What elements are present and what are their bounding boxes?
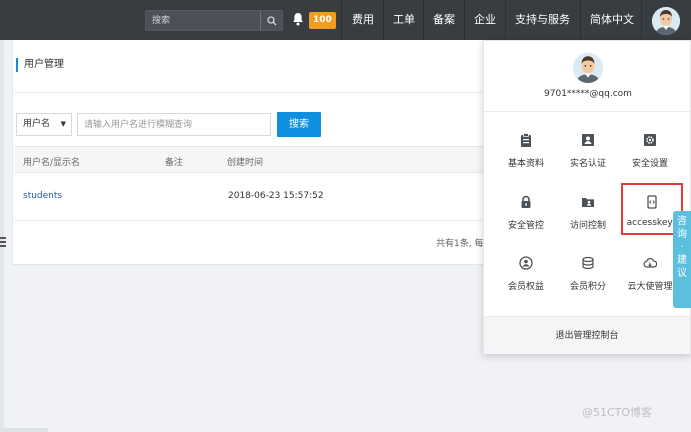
menu-item-member-points[interactable]: 会员积分 [557,256,619,302]
menu-item-label: 实名认证 [569,159,606,169]
nav-icp-filing[interactable]: 备案 [433,0,455,40]
sidebar-collapsed [0,40,4,432]
feedback-tab[interactable]: 咨询·建议 [673,211,691,308]
menu-item-real-name-auth[interactable]: 实名认证 [557,133,619,179]
feedback-tab-label: 咨询·建议 [677,216,687,279]
cloud-icon [643,258,657,268]
nav-tickets[interactable]: 工单 [393,0,415,40]
menu-item-cloud-ambassador[interactable]: 云大使管理 [619,256,681,302]
nav-divider [580,0,581,40]
global-search[interactable] [145,10,283,31]
menu-item-label: 云大使管理 [627,282,673,292]
account-email: 9701*****@qq.com [544,89,632,99]
menu-item-access-control[interactable]: 访问控制 [557,195,619,241]
divider [15,92,491,93]
menu-item-label: 访问控制 [569,221,606,231]
divider [15,220,491,221]
menu-item-member-benefits[interactable]: 会员权益 [495,256,557,302]
page-title: 用户管理 [16,58,64,72]
menu-item-label: 安全设置 [631,159,668,169]
search-icon[interactable] [260,11,282,30]
gear-icon [644,134,656,146]
pagination-summary: 共有1条, 每 [436,239,484,249]
logout-button[interactable]: 退出管理控制台 [484,316,690,354]
dropdown-avatar [573,53,603,83]
global-search-input[interactable] [152,14,260,28]
menu-item-basic-info[interactable]: 基本资料 [495,133,557,179]
menu-item-label: 基本资料 [507,159,544,169]
watermark: @51CTO博客 [582,406,653,419]
notification-count-badge[interactable]: 100 [309,12,336,29]
database-icon [582,256,594,270]
menu-item-label: 安全管控 [507,221,544,231]
nav-enterprise[interactable]: 企业 [474,0,496,40]
menu-icon[interactable] [0,237,6,247]
nav-language[interactable]: 简体中文 [590,0,634,40]
nav-divider [505,0,506,40]
nav-divider [423,0,424,40]
folder-user-icon [582,198,594,207]
divider [484,111,691,112]
scrollbar[interactable] [0,428,48,432]
user-circle-icon [519,256,533,270]
filter-field-value: 用户名 [23,119,51,129]
nav-divider [383,0,384,40]
column-header-created: 创建时间 [227,158,264,168]
lock-icon [521,195,531,208]
menu-item-label: 会员积分 [569,282,606,292]
menu-item-label: 会员权益 [507,282,544,292]
table-header: 用户名/显示名 备注 创建时间 [15,146,491,173]
bell-icon[interactable] [292,12,308,28]
nav-divider [341,0,342,40]
table-row-username-link[interactable]: students [23,191,62,201]
username-search-input[interactable] [77,113,271,136]
account-dropdown-menu: 9701*****@qq.com 基本资料 实名认证 安全设置 安全管控 访问控… [483,40,691,354]
caret-down-icon: ▼ [60,120,66,128]
column-header-note: 备注 [165,158,184,168]
nav-divider [641,0,642,40]
menu-item-security-control[interactable]: 安全管控 [495,195,557,241]
column-header-username: 用户名/显示名 [23,158,81,168]
filter-field-select[interactable]: 用户名 ▼ [16,113,72,136]
id-card-icon [582,134,594,146]
user-avatar[interactable] [652,7,680,35]
nav-billing[interactable]: 费用 [352,0,374,40]
menu-item-security-settings[interactable]: 安全设置 [619,133,681,179]
search-button[interactable]: 搜索 [277,112,321,137]
nav-support[interactable]: 支持与服务 [515,0,570,40]
nav-divider [464,0,465,40]
table-row-created-time: 2018-06-23 15:57:52 [228,191,324,201]
top-navigation-bar: 100 费用 工单 备案 企业 支持与服务 简体中文 [0,0,691,40]
clipboard-icon [521,133,531,147]
